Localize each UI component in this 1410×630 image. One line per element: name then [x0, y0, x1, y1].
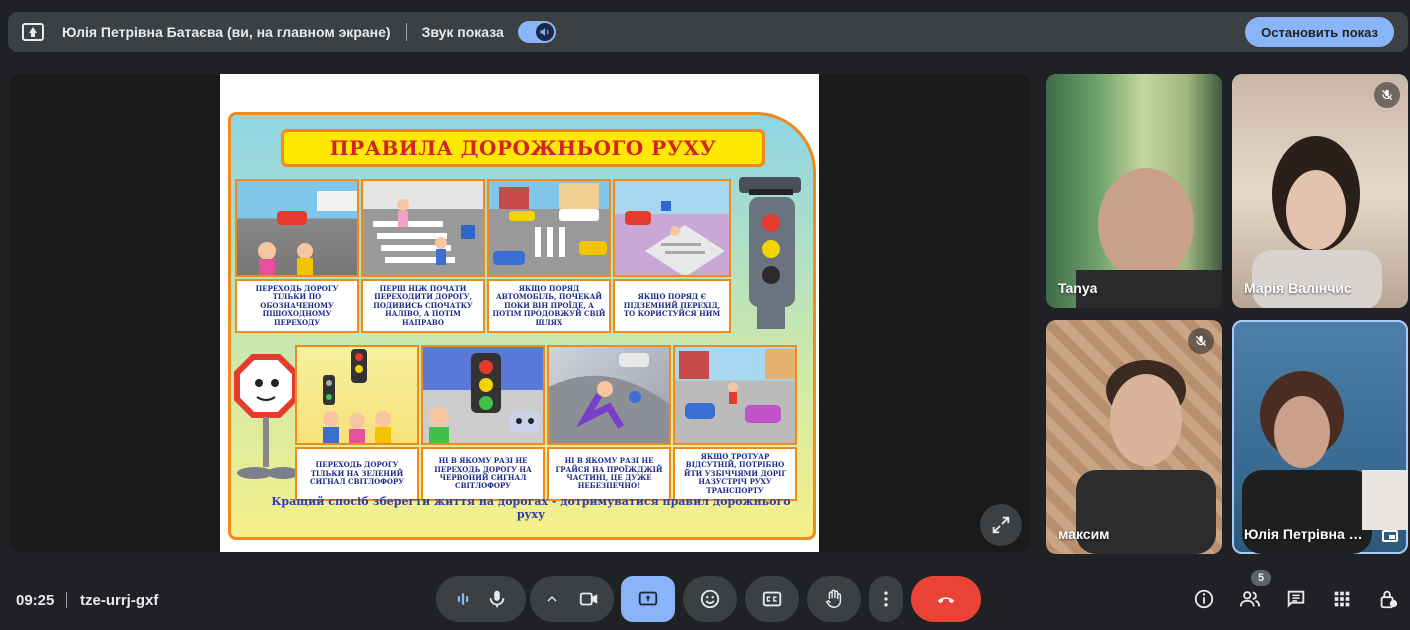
stop-sign-character	[233, 353, 301, 483]
presentation-sound-toggle[interactable]	[517, 21, 556, 43]
leave-call-button[interactable]	[911, 576, 981, 622]
participant-name: Юлія Петрівна Батаєва	[1244, 526, 1370, 542]
poster-illustration-5	[295, 345, 419, 445]
present-screen-icon	[22, 23, 44, 41]
chat-icon	[1287, 590, 1305, 608]
rule-caption-1: ПЕРЕХОДЬ ДОРОГУ ТІЛЬКИ ПО ОБОЗНАЧЕНОМУ П…	[235, 279, 359, 333]
poster-illustration-2	[361, 179, 485, 277]
more-vert-icon	[884, 591, 888, 607]
volume-icon	[535, 23, 554, 41]
expand-icon	[992, 516, 1010, 534]
bottom-toolbar: 09:25 tze-urrj-gxf 5	[0, 570, 1410, 630]
chevron-up-icon	[547, 596, 557, 602]
rule-caption-2: ПЕРШ НІЖ ПОЧАТИ ПЕРЕХОДИТИ ДОРОГУ, ПОДИВ…	[361, 279, 485, 333]
participant-tile[interactable]: максим	[1046, 320, 1222, 554]
hand-icon	[825, 589, 842, 608]
traffic-rules-poster: ПРАВИЛА ДОРОЖНЬОГО РУХУ ПЕРЕХОДЬ ДОРОГУ …	[228, 112, 816, 540]
more-options-button[interactable]	[869, 576, 903, 622]
closed-captions-icon	[762, 591, 782, 607]
present-screen-icon	[638, 591, 658, 606]
participant-name: максим	[1058, 526, 1110, 542]
meeting-code: tze-urrj-gxf	[80, 592, 159, 609]
participants-count-badge: 5	[1251, 570, 1271, 586]
raise-hand-button[interactable]	[807, 576, 861, 622]
poster-illustration-3	[487, 179, 611, 277]
participant-tile[interactable]: Tanya	[1046, 74, 1222, 308]
presentation-sound-label: Звук показа	[421, 24, 504, 40]
poster-illustration-8	[673, 345, 797, 445]
rule-caption-6: НІ В ЯКОМУ РАЗІ НЕ ПЕРЕХОДЬ ДОРОГУ НА ЧЕ…	[421, 447, 545, 501]
people-icon	[1239, 591, 1261, 607]
presenting-bar: Юлія Петрівна Батаєва (ви, на главном эк…	[8, 12, 1408, 52]
apps-grid-icon	[1334, 591, 1350, 607]
participant-tile-self[interactable]: Юлія Петрівна Батаєва	[1232, 320, 1408, 554]
participant-name: Марія Валінчис	[1244, 280, 1352, 296]
poster-footer: Кращий спосіб зберегти життя на дорогах …	[271, 495, 791, 521]
divider	[405, 23, 407, 41]
participant-video	[1076, 360, 1216, 554]
rule-caption-8: ЯКЩО ТРОТУАР ВІДСУТНІЙ, ПОТРІБНО ЙТИ УЗБ…	[673, 447, 797, 501]
emoji-icon	[700, 589, 720, 609]
reactions-button[interactable]	[683, 576, 737, 622]
audio-level-icon	[457, 593, 469, 605]
poster-illustration-7	[547, 345, 671, 445]
stop-presenting-button[interactable]: Остановить показ	[1245, 17, 1394, 47]
meeting-clock: 09:25	[16, 592, 55, 609]
poster-illustration-4	[613, 179, 731, 277]
microphone-button[interactable]	[436, 576, 526, 622]
participant-video	[1252, 136, 1382, 308]
poster-illustration-6	[421, 345, 545, 445]
muted-mic-icon	[1374, 82, 1400, 108]
meeting-info-button[interactable]	[1191, 586, 1217, 612]
muted-mic-icon	[1188, 328, 1214, 354]
poster-illustration-1	[235, 179, 359, 277]
captions-button[interactable]	[745, 576, 799, 622]
presentation-stage: ПРАВИЛА ДОРОЖНЬОГО РУХУ ПЕРЕХОДЬ ДОРОГУ …	[10, 74, 1030, 552]
camera-button[interactable]	[530, 576, 614, 622]
rule-caption-3: ЯКЩО ПОРЯД АВТОМОБІЛЬ, ПОЧЕКАЙ ПОКИ ВІН …	[487, 279, 611, 333]
poster-title: ПРАВИЛА ДОРОЖНЬОГО РУХУ	[281, 129, 765, 167]
divider	[66, 592, 67, 608]
lock-person-icon	[1380, 590, 1398, 609]
chat-button[interactable]	[1283, 586, 1309, 612]
participant-video	[1076, 168, 1222, 308]
rule-caption-4: ЯКЩО ПОРЯД Є ПІДЗЕМНИЙ ПЕРЕХІД, ТО КОРИС…	[613, 279, 731, 333]
activities-button[interactable]	[1329, 586, 1355, 612]
info-icon	[1194, 589, 1214, 609]
shared-slide: ПРАВИЛА ДОРОЖНЬОГО РУХУ ПЕРЕХОДЬ ДОРОГУ …	[220, 74, 819, 552]
presenter-name: Юлія Петрівна Батаєва (ви, на главном эк…	[62, 24, 391, 40]
participant-name: Tanya	[1058, 280, 1098, 296]
fullscreen-button[interactable]	[980, 504, 1022, 546]
microphone-icon	[489, 590, 505, 608]
participant-tile[interactable]: Марія Валінчис	[1232, 74, 1408, 308]
meet-window: Юлія Петрівна Батаєва (ви, на главном эк…	[0, 0, 1410, 630]
rule-caption-7: НІ В ЯКОМУ РАЗІ НЕ ГРАЙСЯ НА ПРОЇЖДЖІЙ Ч…	[547, 447, 671, 501]
host-controls-button[interactable]	[1375, 586, 1401, 612]
participant-video	[1242, 371, 1408, 554]
picture-in-picture-icon[interactable]	[1382, 530, 1398, 542]
camera-icon	[579, 592, 598, 606]
traffic-light-character	[727, 175, 811, 335]
end-call-icon	[937, 597, 955, 604]
present-screen-button[interactable]	[621, 576, 675, 622]
people-button[interactable]	[1237, 586, 1263, 612]
rule-caption-5: ПЕРЕХОДЬ ДОРОГУ ТІЛЬКИ НА ЗЕЛЕНИЙ СИГНАЛ…	[295, 447, 419, 501]
